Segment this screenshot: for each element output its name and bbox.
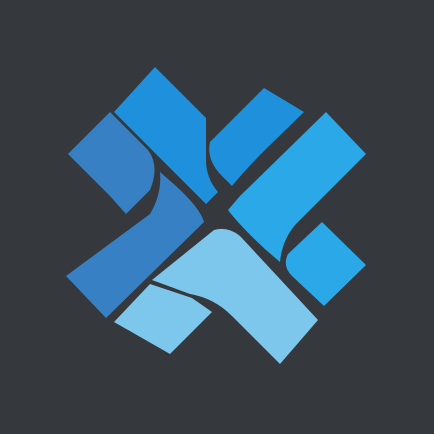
logo-segment-right-b	[285, 222, 366, 306]
app-icon-canvas	[0, 0, 434, 434]
x-logo-icon	[66, 67, 366, 364]
